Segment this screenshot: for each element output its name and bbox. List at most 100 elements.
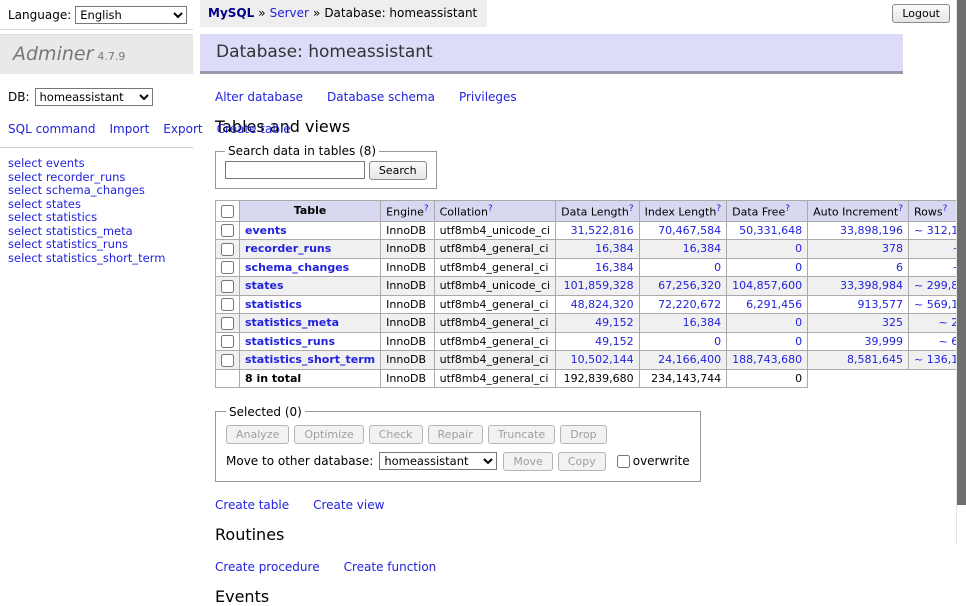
copy-button[interactable]: Copy [558,452,606,471]
row-checkbox[interactable] [221,317,234,330]
data-length-link[interactable]: 101,859,328 [564,279,634,292]
row-checkbox[interactable] [221,280,234,293]
scrollbar[interactable] [956,0,966,543]
move-button[interactable]: Move [503,452,553,471]
link-create-procedure[interactable]: Create procedure [215,560,320,574]
data-length-link[interactable]: 16,384 [595,242,634,255]
optimize-button[interactable]: Optimize [294,425,363,444]
sidebar-link-select-statistics[interactable]: select statistics [8,211,185,225]
index-length-link[interactable]: 0 [714,261,721,274]
db-select[interactable]: homeassistant [35,88,153,106]
logout-button[interactable]: Logout [892,4,950,23]
selected-buttons: Analyze Optimize Check Repair Truncate Drop [226,425,690,444]
table-name-link[interactable]: statistics_meta [245,316,339,329]
table-header-row: TableEngine?Collation?Data Length?Index … [216,201,966,222]
data-free-link[interactable]: 6,291,456 [746,298,802,311]
table-name-link[interactable]: statistics_short_term [245,353,375,366]
table-name-link[interactable]: recorder_runs [245,242,331,255]
repair-button[interactable]: Repair [428,425,483,444]
index-length-link[interactable]: 16,384 [683,316,722,329]
link-create-table[interactable]: Create table [215,498,289,512]
sidebar-link-select-recorder-runs[interactable]: select recorder_runs [8,171,185,185]
column-help-link[interactable]: ? [488,204,493,214]
search-button[interactable]: Search [369,161,427,180]
row-checkbox[interactable] [221,298,234,311]
index-length-link[interactable]: 24,166,400 [658,353,721,366]
index-length-link[interactable]: 67,256,320 [658,279,721,292]
sidebar-link-select-statistics-runs[interactable]: select statistics_runs [8,238,185,252]
search-input[interactable] [225,161,365,179]
auto-increment-link[interactable]: 325 [882,316,903,329]
link-database-schema[interactable]: Database schema [327,90,435,104]
sidebar-link-select-schema-changes[interactable]: select schema_changes [8,184,185,198]
auto-increment-link[interactable]: 33,898,196 [840,224,903,237]
sidebar-link-select-statistics-meta[interactable]: select statistics_meta [8,225,185,239]
data-free-link[interactable]: 188,743,680 [732,353,802,366]
table-name-link[interactable]: schema_changes [245,261,349,274]
sidebar-action-sql-command[interactable]: SQL command [8,122,95,136]
move-database-select[interactable]: homeassistant [379,452,497,470]
row-checkbox-cell [216,314,240,333]
data-length-link[interactable]: 48,824,320 [571,298,634,311]
breadcrumb-server-link[interactable]: Server [270,6,309,20]
table-name-link[interactable]: statistics_runs [245,335,335,348]
auto-increment-link[interactable]: 39,999 [865,335,904,348]
row-checkbox[interactable] [221,261,234,274]
sidebar-action-import[interactable]: Import [109,122,149,136]
auto-increment-link[interactable]: 6 [896,261,903,274]
index-length-link[interactable]: 70,467,584 [658,224,721,237]
data-free-link[interactable]: 0 [795,242,802,255]
index-length-link[interactable]: 72,220,672 [658,298,721,311]
total-index-length-cell: 234,143,744 [639,369,727,387]
row-checkbox[interactable] [221,243,234,256]
analyze-button[interactable]: Analyze [226,425,289,444]
breadcrumb-mysql-link[interactable]: MySQL [208,6,254,20]
truncate-button[interactable]: Truncate [488,425,555,444]
auto-increment-link[interactable]: 33,398,984 [840,279,903,292]
data-length-link[interactable]: 49,152 [595,335,634,348]
data-length-link[interactable]: 10,502,144 [571,353,634,366]
table-name-link[interactable]: statistics [245,298,302,311]
column-help-link[interactable]: ? [716,204,721,214]
auto-increment-link[interactable]: 8,581,645 [847,353,903,366]
auto-increment-link[interactable]: 378 [882,242,903,255]
sidebar-link-select-statistics-short-term[interactable]: select statistics_short_term [8,252,185,266]
data-length-link[interactable]: 31,522,816 [571,224,634,237]
column-header-index-length: Index Length? [639,201,727,222]
column-help-link[interactable]: ? [424,204,429,214]
select-all-checkbox[interactable] [221,205,234,218]
sidebar-link-select-events[interactable]: select events [8,157,185,171]
column-help-link[interactable]: ? [629,204,634,214]
index-length-link[interactable]: 16,384 [683,242,722,255]
sidebar-action-export[interactable]: Export [163,122,202,136]
auto-increment-link[interactable]: 913,577 [858,298,904,311]
check-button[interactable]: Check [369,425,423,444]
sidebar-action-create-table[interactable]: Create table [217,122,291,136]
scrollbar-thumb[interactable] [957,0,966,505]
data-free-link[interactable]: 0 [795,335,802,348]
link-create-view[interactable]: Create view [313,498,384,512]
overwrite-checkbox[interactable] [617,455,630,468]
row-checkbox[interactable] [221,335,234,348]
column-help-link[interactable]: ? [785,204,790,214]
data-length-link[interactable]: 16,384 [595,261,634,274]
column-help-link[interactable]: ? [898,204,903,214]
data-free-link[interactable]: 0 [795,261,802,274]
data-length-link[interactable]: 49,152 [595,316,634,329]
row-checkbox[interactable] [221,224,234,237]
row-checkbox[interactable] [221,354,234,367]
table-name-link[interactable]: states [245,279,284,292]
column-help-link[interactable]: ? [943,204,948,214]
link-privileges[interactable]: Privileges [459,90,517,104]
link-alter-database[interactable]: Alter database [215,90,303,104]
data-free-link[interactable]: 0 [795,316,802,329]
language-select[interactable]: English [75,6,187,24]
link-create-function[interactable]: Create function [344,560,437,574]
index-length-link[interactable]: 0 [714,335,721,348]
table-name-link[interactable]: events [245,224,287,237]
drop-button[interactable]: Drop [560,425,606,444]
engine-cell: InnoDB [381,240,434,259]
data-free-link[interactable]: 104,857,600 [732,279,802,292]
sidebar-link-select-states[interactable]: select states [8,198,185,212]
data-free-link[interactable]: 50,331,648 [739,224,802,237]
